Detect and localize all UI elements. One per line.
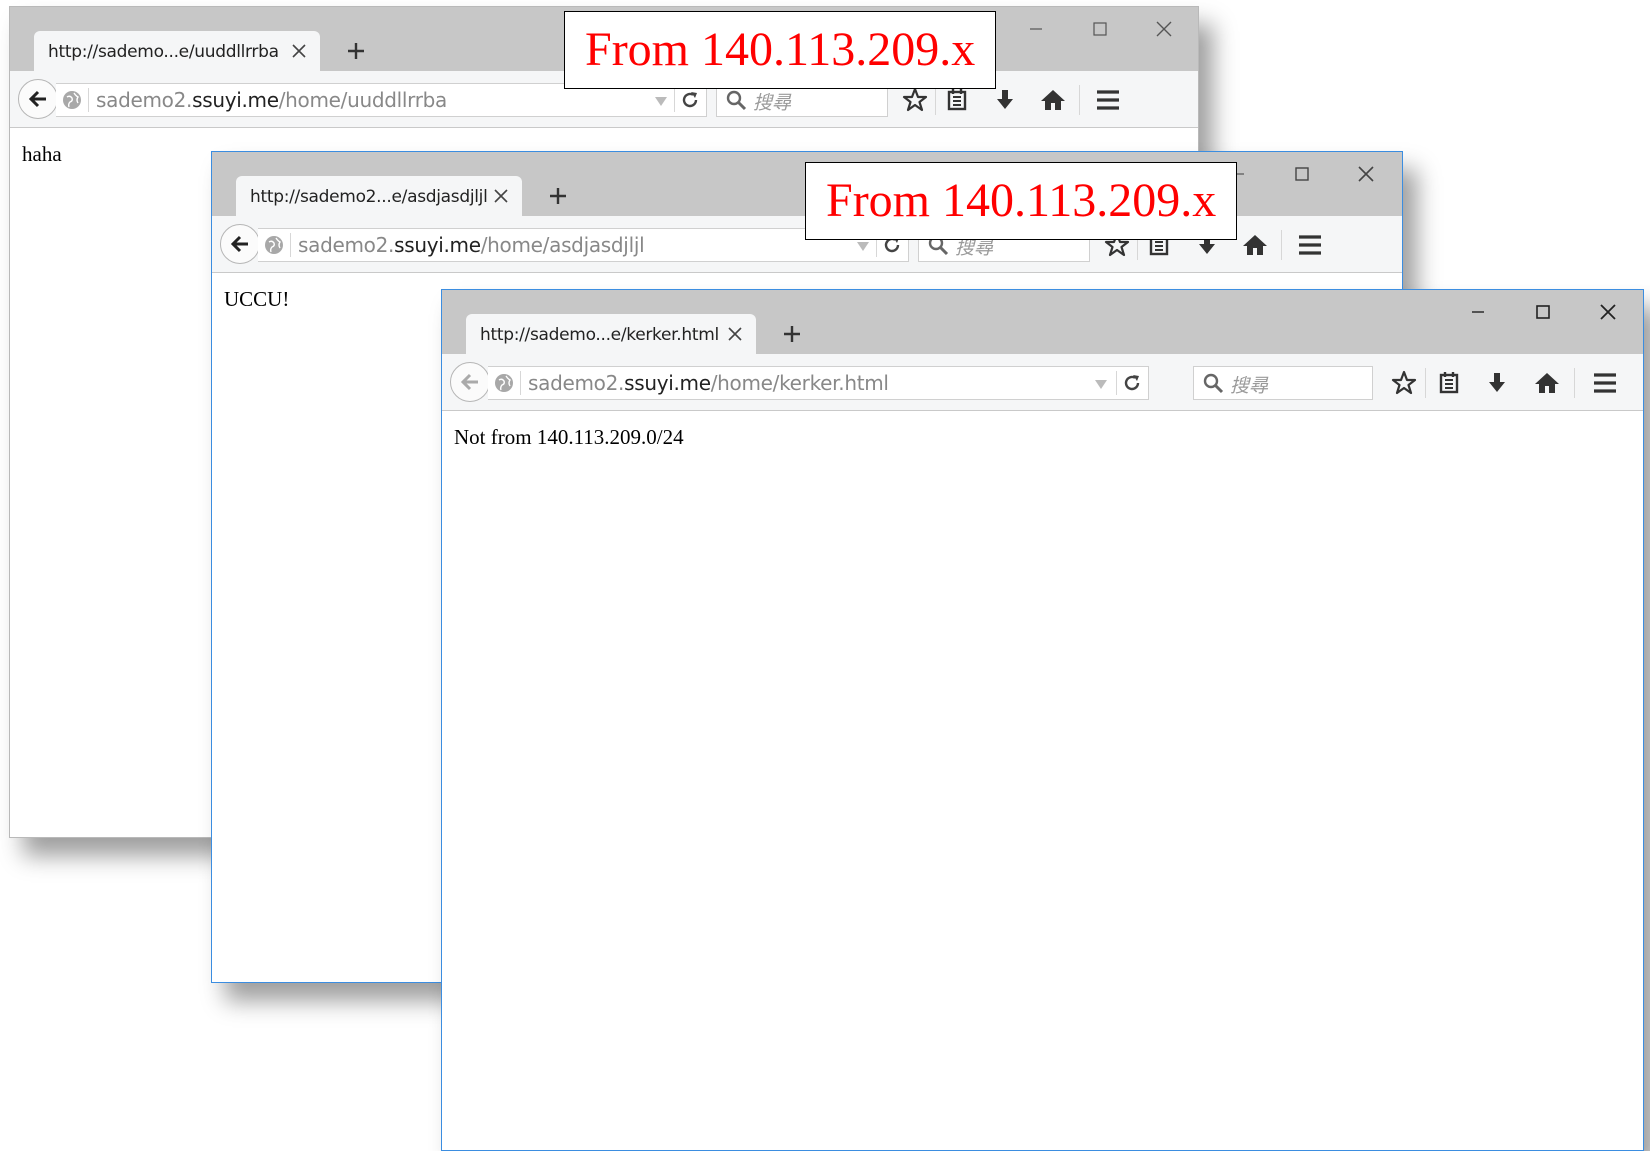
toolbar-separator [1079,85,1080,115]
download-icon[interactable] [990,85,1020,115]
search-bar[interactable]: 搜尋 [1193,366,1373,400]
url-prefix: sademo2. [96,88,193,112]
close-window-button[interactable] [1144,15,1184,43]
url-text: sademo2.ssuyi.me/home/uuddllrrba [96,88,447,112]
url-text: sademo2.ssuyi.me/home/asdjasdjljl [298,233,645,257]
url-prefix: sademo2. [298,233,395,257]
annotation-label: From 140.113.209.x [805,162,1238,240]
close-window-button[interactable] [1346,160,1386,188]
home-icon[interactable] [1532,368,1562,398]
menu-icon[interactable] [1093,85,1123,115]
back-button[interactable] [450,362,490,402]
search-icon [1202,372,1224,394]
url-path: /home/kerker.html [710,371,889,395]
page-content: Not from 140.113.209.0/24 [442,411,1643,1150]
annotation-label: From 140.113.209.x [564,11,997,89]
url-prefix: sademo2. [528,371,625,395]
url-path: /home/uuddllrrba [278,88,448,112]
home-icon[interactable] [1038,85,1068,115]
page-text: UCCU! [224,287,290,311]
maximize-button[interactable] [1282,160,1322,188]
download-icon[interactable] [1482,368,1512,398]
url-separator [520,371,521,395]
globe-icon [62,90,82,110]
url-domain: ssuyi.me [192,88,279,112]
toolbar-separator [1281,230,1282,260]
url-separator [290,233,291,257]
minimize-button[interactable] [1016,15,1056,43]
close-tab-icon[interactable] [288,40,310,62]
tab[interactable]: http://sademo2...e/asdjasdjljl [236,176,522,217]
dropdown-arrow-icon[interactable] [1094,377,1108,389]
new-tab-button[interactable] [777,319,807,349]
minimize-button[interactable] [1458,298,1498,326]
close-window-button[interactable] [1588,298,1628,326]
new-tab-button[interactable] [341,36,371,66]
nav-toolbar: sademo2.ssuyi.me/home/kerker.html 搜尋 [442,354,1643,411]
menu-icon[interactable] [1590,368,1620,398]
reload-button[interactable] [674,88,705,112]
search-placeholder: 搜尋 [753,92,792,114]
dropdown-arrow-icon[interactable] [654,94,668,106]
back-button[interactable] [18,79,58,119]
back-button[interactable] [220,224,260,264]
tab-title: http://sademo...e/uuddllrrba [48,42,279,62]
tab[interactable]: http://sademo...e/uuddllrrba [34,31,320,72]
page-text: haha [22,142,62,166]
maximize-button[interactable] [1080,15,1120,43]
bookmark-star-icon[interactable] [1389,368,1419,398]
url-domain: ssuyi.me [624,371,711,395]
address-bar[interactable]: sademo2.ssuyi.me/home/kerker.html [488,366,1149,400]
page-text: Not from 140.113.209.0/24 [454,425,684,449]
new-tab-button[interactable] [543,181,573,211]
search-placeholder: 搜尋 [1230,375,1269,397]
toolbar-separator [935,85,936,115]
tab-title: http://sademo...e/kerker.html [480,325,719,345]
url-path: /home/asdjasdjljl [480,233,645,257]
url-text: sademo2.ssuyi.me/home/kerker.html [528,371,889,395]
maximize-button[interactable] [1523,298,1563,326]
home-icon[interactable] [1240,230,1270,260]
url-separator [88,88,89,112]
globe-icon [264,235,284,255]
reading-list-icon[interactable] [1434,368,1464,398]
title-bar: http://sademo...e/kerker.html [442,290,1643,355]
toolbar-separator [1425,368,1426,398]
url-domain: ssuyi.me [394,233,481,257]
tab-title: http://sademo2...e/asdjasdjljl [250,187,488,207]
reading-list-icon[interactable] [942,85,972,115]
toolbar-separator [1574,368,1575,398]
globe-icon [494,373,514,393]
close-tab-icon[interactable] [490,185,512,207]
close-tab-icon[interactable] [724,323,746,345]
menu-icon[interactable] [1295,230,1325,260]
browser-window-3: http://sademo...e/kerker.html sademo2.ss [441,289,1644,1151]
search-icon [725,89,747,111]
reload-button[interactable] [1116,371,1147,395]
tab[interactable]: http://sademo...e/kerker.html [466,314,756,355]
dropdown-arrow-icon[interactable] [856,239,870,251]
bookmark-star-icon[interactable] [900,85,930,115]
